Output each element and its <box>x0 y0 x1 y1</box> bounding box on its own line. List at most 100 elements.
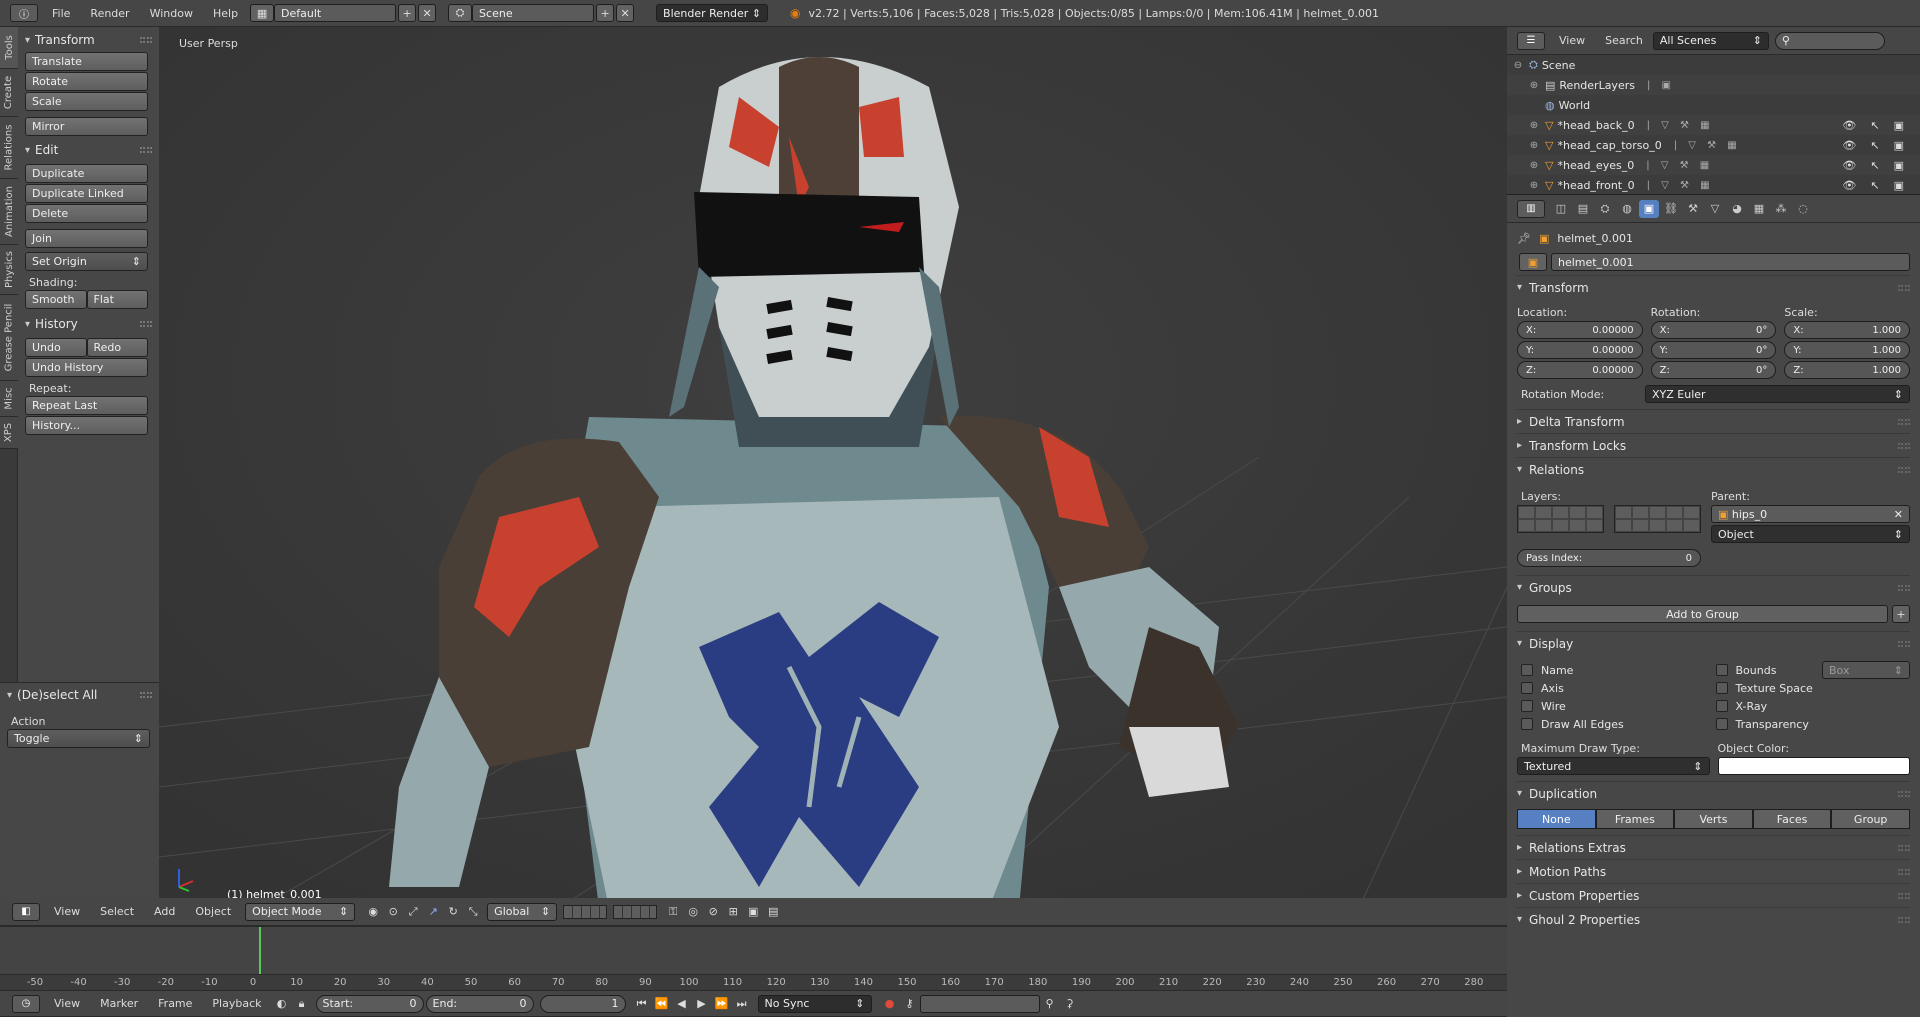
end-frame-field[interactable]: End: 0 <box>425 994 534 1013</box>
dup-frames-button[interactable]: Frames <box>1595 809 1675 829</box>
menu-window[interactable]: Window <box>140 7 203 20</box>
history-button[interactable]: History... <box>25 416 148 435</box>
object-color-swatch[interactable] <box>1717 757 1910 775</box>
axis-checkbox[interactable]: Axis <box>1521 679 1716 697</box>
viewport-shading-icon[interactable]: ◉ <box>363 903 383 921</box>
eye-icon[interactable]: 👁︎ <box>1842 139 1856 152</box>
insert-keyframe-icon[interactable]: ⚲ <box>1040 995 1060 1013</box>
parent-field[interactable]: ▣ hips_0 ✕ <box>1711 505 1910 523</box>
render-icon[interactable]: ▣ <box>743 903 763 921</box>
undo-button[interactable]: Undo <box>25 338 87 357</box>
duplicate-button[interactable]: Duplicate <box>25 164 148 183</box>
layout-remove-icon[interactable]: ✕ <box>418 4 437 22</box>
flat-button[interactable]: Flat <box>86 290 148 309</box>
layout-add-icon[interactable]: + <box>398 4 417 22</box>
outliner-editor-icon[interactable]: ☰ <box>1517 31 1545 50</box>
3d-viewport[interactable]: User Persp (1) helmet_0.001 <box>159 27 1507 908</box>
mirror-button[interactable]: Mirror <box>25 117 148 136</box>
pivot-icon[interactable]: ⊙ <box>383 903 403 921</box>
render-engine-select[interactable]: Blender Render ⇕ <box>656 4 769 22</box>
keying-set-field[interactable] <box>919 994 1040 1013</box>
jump-start-icon[interactable]: ⏮ <box>632 995 652 1013</box>
expand-icon[interactable]: ⊕ <box>1527 140 1541 151</box>
tl-menu-marker[interactable]: Marker <box>90 997 148 1010</box>
current-frame-field[interactable]: 1 <box>539 994 626 1013</box>
section-delta-transform[interactable]: Delta Transform <box>1517 409 1910 433</box>
scale-manip-icon[interactable]: ⤡ <box>463 903 483 921</box>
tab-misc[interactable]: Misc <box>0 381 18 417</box>
scale-x-field[interactable]: X: 1.000 <box>1784 321 1911 339</box>
select-arrow-icon[interactable]: ↖ <box>1870 139 1879 152</box>
dup-none-button[interactable]: None <box>1517 809 1596 829</box>
rotation-y-field[interactable]: Y: 0° <box>1650 341 1777 359</box>
draw-all-edges-checkbox[interactable]: Draw All Edges <box>1521 715 1716 733</box>
clear-icon[interactable]: ✕ <box>1894 508 1903 521</box>
pin-icon[interactable]: 📌︎ <box>1517 232 1531 245</box>
section-duplication[interactable]: Duplication <box>1517 781 1910 805</box>
timeline-editor-icon[interactable]: ◷ <box>12 994 40 1013</box>
outliner-filter-select[interactable]: All Scenes ⇕ <box>1652 31 1769 50</box>
pass-index-field[interactable]: Pass Index: 0 <box>1517 549 1701 567</box>
outliner-row-world[interactable]: ◍ World <box>1507 95 1920 115</box>
tab-xps[interactable]: XPS <box>0 417 18 449</box>
menu-select[interactable]: Select <box>90 905 144 918</box>
location-z-field[interactable]: Z: 0.00000 <box>1517 361 1643 379</box>
info-editor-icon[interactable]: ⓘ <box>10 4 38 22</box>
expand-icon[interactable]: ⊕ <box>1527 80 1541 91</box>
eye-icon[interactable]: 👁︎ <box>1842 119 1856 132</box>
properties-editor-icon[interactable]: ▥ <box>1517 199 1545 218</box>
texture-tab-icon[interactable]: ▦ <box>1749 200 1769 218</box>
smooth-button[interactable]: Smooth <box>25 290 87 309</box>
tl-menu-view[interactable]: View <box>44 997 90 1010</box>
render-layers-tab-icon[interactable]: ▤ <box>1573 200 1593 218</box>
eye-icon[interactable]: 👁︎ <box>1842 179 1856 192</box>
object-tab-icon[interactable]: ▣ <box>1639 199 1659 218</box>
row-toggles[interactable]: 👁︎ ↖ ▣ <box>1842 119 1904 132</box>
eye-icon[interactable]: 👁︎ <box>1842 159 1856 172</box>
undo-history-button[interactable]: Undo History <box>25 358 148 377</box>
location-y-field[interactable]: Y: 0.00000 <box>1517 341 1643 359</box>
section-transform[interactable]: Transform <box>1517 275 1910 299</box>
max-draw-select[interactable]: Textured ⇕ <box>1517 757 1710 775</box>
rotation-mode-select[interactable]: XYZ Euler ⇕ <box>1645 385 1910 403</box>
menu-add[interactable]: Add <box>144 905 185 918</box>
menu-view[interactable]: View <box>44 905 90 918</box>
row-toggles[interactable]: 👁︎ ↖ ▣ <box>1842 159 1904 172</box>
repeat-last-button[interactable]: Repeat Last <box>25 396 148 415</box>
layout-field[interactable]: Default <box>274 4 397 22</box>
outliner-row-head-back[interactable]: ⊕ ▽ *head_back_0 | ▽ ⚒ ▦ 👁︎ ↖ ▣ <box>1507 115 1920 135</box>
rotation-z-field[interactable]: Z: 0° <box>1650 361 1777 379</box>
translate-manip-icon[interactable]: ↗ <box>423 903 443 921</box>
bounds-type-select[interactable]: Box ⇕ <box>1822 661 1910 679</box>
section-relations-extras[interactable]: Relations Extras <box>1517 835 1910 859</box>
xray-checkbox[interactable]: X-Ray <box>1715 697 1911 715</box>
prev-key-icon[interactable]: ⏪ <box>652 995 672 1013</box>
outliner-row-renderlayers[interactable]: ⊕ ▤ RenderLayers | ▣ <box>1507 75 1920 95</box>
record-icon[interactable]: ● <box>880 995 900 1013</box>
proportional-edit-icon[interactable]: ◎ <box>683 903 703 921</box>
play-icon[interactable]: ▶ <box>692 995 712 1013</box>
material-tab-icon[interactable]: ◕ <box>1727 200 1747 218</box>
row-toggles[interactable]: 👁︎ ↖ ▣ <box>1842 179 1904 192</box>
delete-keyframe-icon[interactable]: ⚳ <box>1060 995 1080 1013</box>
name-checkbox[interactable]: Name <box>1521 661 1716 679</box>
select-arrow-icon[interactable]: ↖ <box>1870 119 1879 132</box>
tab-grease-pencil[interactable]: Grease Pencil <box>0 295 18 381</box>
tab-create[interactable]: Create <box>0 69 18 117</box>
expand-icon[interactable]: ⊕ <box>1527 160 1541 171</box>
start-frame-field[interactable]: Start: 0 <box>315 994 424 1013</box>
set-origin-select[interactable]: Set Origin ⇕ <box>25 252 148 271</box>
add-group-icon[interactable]: + <box>1892 605 1910 623</box>
scene-add-icon[interactable]: + <box>596 4 615 22</box>
outliner-row-head-eyes[interactable]: ⊕ ▽ *head_eyes_0 | ▽ ⚒ ▦ 👁︎ ↖ ▣ <box>1507 155 1920 175</box>
collapse-icon[interactable]: ⊖ <box>1511 60 1525 71</box>
layer-selector[interactable] <box>1517 505 1703 533</box>
tl-menu-frame[interactable]: Frame <box>148 997 202 1010</box>
outliner-row-head-front[interactable]: ⊕ ▽ *head_front_0 | ▽ ⚒ ▦ 👁︎ ↖ ▣ <box>1507 175 1920 194</box>
dup-faces-button[interactable]: Faces <box>1752 809 1832 829</box>
preview-range-icon[interactable]: ◐ <box>272 995 292 1013</box>
section-custom-properties[interactable]: Custom Properties <box>1517 883 1910 907</box>
next-key-icon[interactable]: ⏩ <box>712 995 732 1013</box>
menu-file[interactable]: File <box>42 7 80 20</box>
section-transform-locks[interactable]: Transform Locks <box>1517 433 1910 457</box>
